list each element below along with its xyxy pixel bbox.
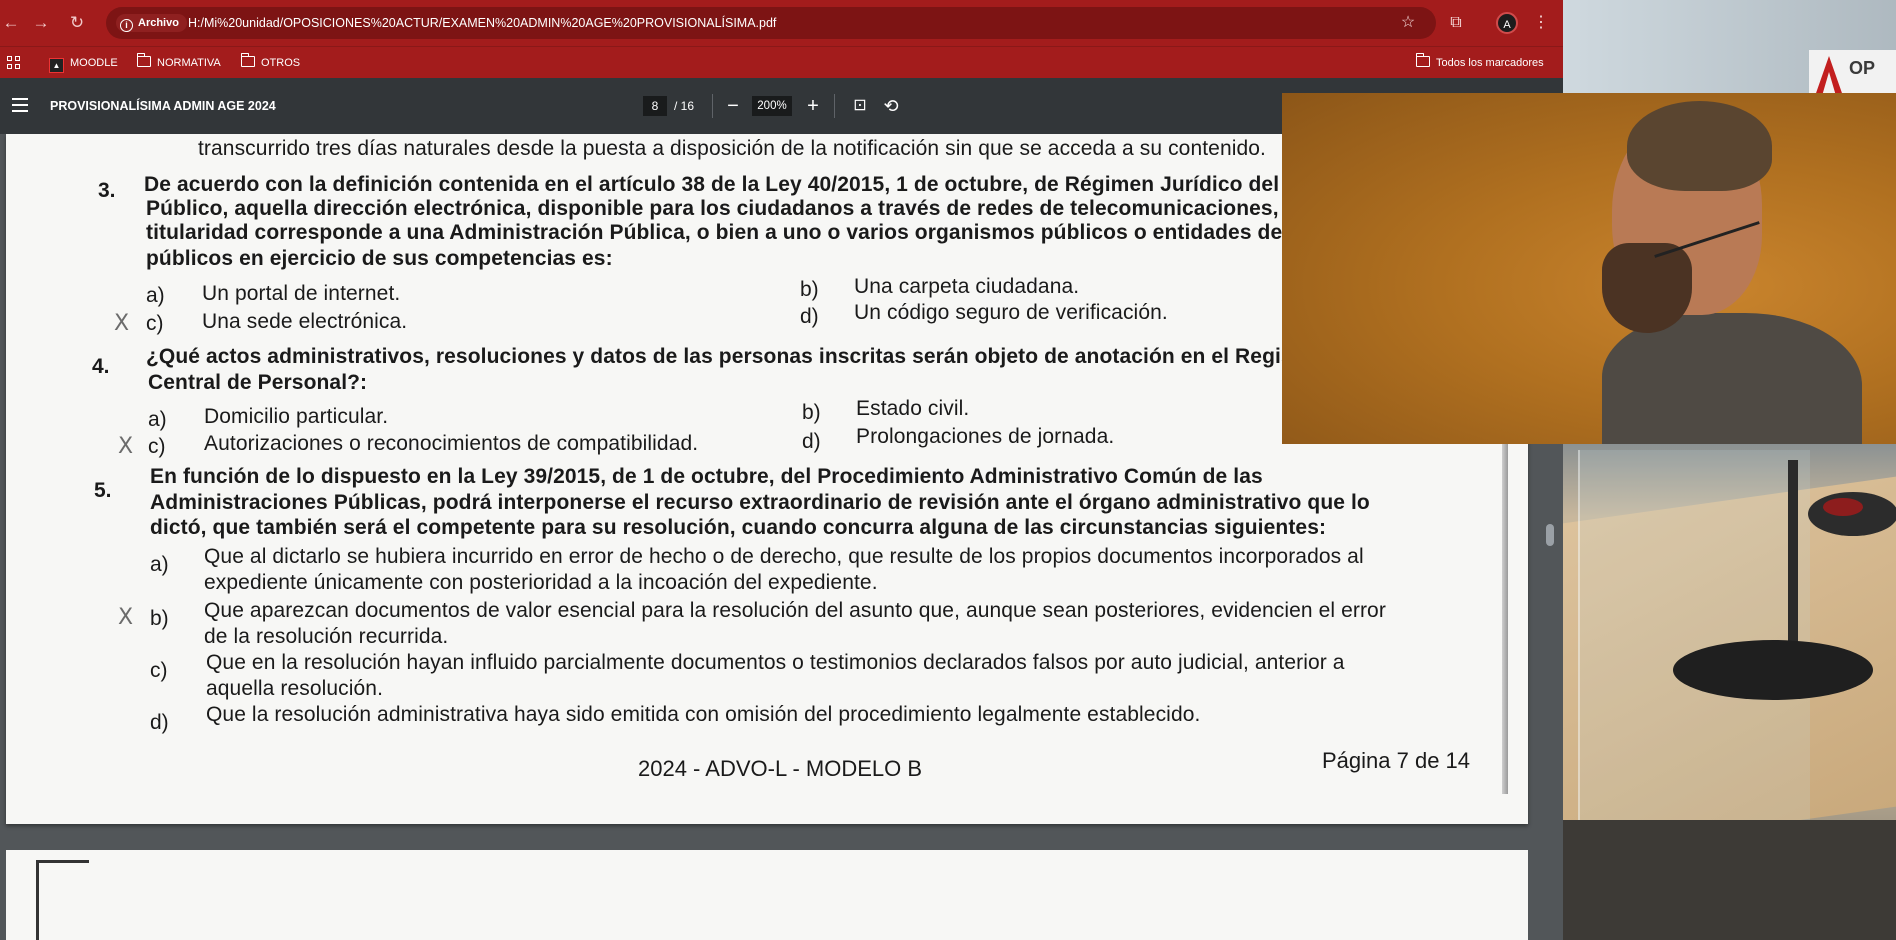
question-text-line: públicos en ejercicio de sus competencia… (146, 247, 613, 270)
option-letter: b) (802, 401, 821, 424)
option-text: Prolongaciones de jornada. (856, 425, 1115, 448)
question-text-line: En función de lo dispuesto en la Ley 39/… (150, 465, 1263, 488)
rotate-icon[interactable]: ⟲ (880, 94, 902, 118)
option-text: Un código seguro de verificación. (854, 301, 1168, 324)
apps-icon[interactable] (7, 56, 21, 70)
question-text-line: Administraciones Públicas, podrá interpo… (150, 491, 1370, 514)
bookmarks-bar: ▲ MOODLE NORMATIVA OTROS Todos los marcad… (0, 46, 1563, 79)
question-number: 5. (94, 479, 112, 502)
option-text-line: Que aparezcan documentos de valor esenci… (204, 599, 1386, 622)
folder-icon (136, 53, 151, 67)
toolbar-divider (712, 94, 713, 118)
folder-icon (240, 53, 255, 67)
menu-icon[interactable]: ⋮ (1533, 13, 1549, 33)
option-letter: b) (800, 278, 819, 301)
url-text[interactable]: H:/Mi%20unidad/OPOSICIONES%20ACTUR/EXAME… (188, 15, 776, 31)
url-chip-label: Archivo (138, 17, 179, 29)
option-letter: a) (146, 284, 165, 307)
option-text: Domicilio particular. (204, 405, 389, 428)
page-total: / 16 (674, 99, 695, 113)
question-text-line: titularidad corresponde a una Administra… (146, 221, 1373, 244)
answer-mark: X (118, 434, 134, 459)
option-text: Una sede electrónica. (202, 310, 408, 333)
microphone-stem (1788, 460, 1798, 650)
forward-icon[interactable]: → (30, 12, 52, 34)
all-bookmarks-label: Todos los marcadores (1436, 57, 1544, 69)
bookmark-normativa[interactable]: NORMATIVA (136, 53, 221, 72)
question-text-line: De acuerdo con la definición contenida e… (144, 173, 1352, 196)
option-text-line: Que en la resolución hayan influido parc… (206, 651, 1345, 674)
option-letter: a) (148, 408, 167, 431)
option-letter: a) (150, 553, 169, 576)
address-bar-row: ← → ↻ i Archivo H:/Mi%20unidad/OPOSICIONE… (0, 0, 1563, 46)
scrollbar-thumb[interactable] (1546, 524, 1554, 546)
option-text-line: Que al dictarlo se hubiera incurrido en … (204, 545, 1364, 568)
webcam-overlay (1282, 93, 1896, 444)
moodle-icon: ▲ (49, 58, 64, 73)
option-text-line: Que la resolución administrativa haya si… (206, 703, 1201, 726)
star-icon[interactable]: ☆ (1398, 13, 1418, 33)
pdf-next-page (6, 850, 1528, 940)
option-text-line: aquella resolución. (206, 677, 384, 700)
folder-icon (1415, 53, 1430, 67)
zoom-in-icon[interactable]: + (802, 94, 824, 118)
all-bookmarks[interactable]: Todos los marcadores (1415, 53, 1544, 72)
option-letter: d) (150, 711, 169, 734)
presenter-beard (1602, 243, 1692, 333)
bookmark-otros[interactable]: OTROS (240, 53, 301, 72)
studio-sign-text: OP (1849, 58, 1876, 78)
question-number: 4. (92, 355, 110, 378)
reload-icon[interactable]: ↻ (66, 12, 88, 34)
back-icon[interactable]: ← (0, 12, 22, 34)
option-letter: b) (150, 607, 169, 630)
extensions-icon[interactable]: ⧉ (1446, 13, 1466, 33)
page-footer-center: 2024 - ADVO-L - MODELO B (638, 756, 923, 781)
mouse-accent (1823, 498, 1863, 516)
zoom-input[interactable]: 200% (752, 96, 792, 116)
option-text-line: expediente únicamente con posterioridad … (204, 571, 878, 594)
address-bar[interactable]: i Archivo H:/Mi%20unidad/OPOSICIONES%20AC… (106, 7, 1436, 39)
option-text: Una carpeta ciudadana. (854, 275, 1080, 298)
option-text: Autorizaciones o reconocimientos de comp… (204, 432, 699, 455)
toolbar-divider (834, 94, 835, 118)
site-info-chip[interactable]: i Archivo (116, 14, 187, 32)
option-letter: c) (146, 312, 164, 335)
question-text-line: Central de Personal?: (148, 371, 368, 394)
question-number: 3. (98, 179, 116, 202)
option-letter: c) (148, 435, 166, 458)
question-text-line: ¿Qué actos administrativos, resoluciones… (146, 345, 1322, 368)
page-number-input[interactable]: 8 (643, 96, 667, 116)
bookmark-moodle[interactable]: ▲ MOODLE (49, 54, 118, 73)
profile-icon[interactable]: A (1496, 12, 1518, 34)
answer-mark: X (114, 311, 130, 336)
question-text-line: dictó, que también será el competente pa… (150, 516, 1327, 539)
option-text: Estado civil. (856, 397, 970, 420)
fit-page-icon[interactable]: ⊡ (849, 94, 871, 118)
previous-option-text: transcurrido tres días naturales desde l… (198, 137, 1266, 160)
option-letter: c) (150, 659, 168, 682)
hamburger-icon[interactable] (12, 98, 28, 112)
answer-mark: X (118, 605, 134, 630)
presenter-hair (1627, 101, 1772, 191)
microphone-base (1673, 640, 1873, 700)
page-corner-mark (36, 860, 89, 940)
document-title: PROVISIONALÍSIMA ADMIN AGE 2024 (50, 99, 276, 113)
bookmark-label: MOODLE (70, 57, 118, 69)
option-text-line: de la resolución recurrida. (204, 625, 449, 648)
zoom-out-icon[interactable]: − (722, 94, 744, 118)
bookmark-label: NORMATIVA (157, 57, 221, 69)
studio-floor (1563, 820, 1896, 940)
info-icon: i (120, 19, 133, 32)
page-footer-number: Página 7 de 14 (1322, 748, 1471, 773)
option-letter: d) (802, 430, 821, 453)
question-text-line: Público, aquella dirección electrónica, … (146, 197, 1333, 220)
bookmark-label: OTROS (261, 57, 301, 69)
option-text: Un portal de internet. (202, 282, 401, 305)
option-letter: d) (800, 305, 819, 328)
